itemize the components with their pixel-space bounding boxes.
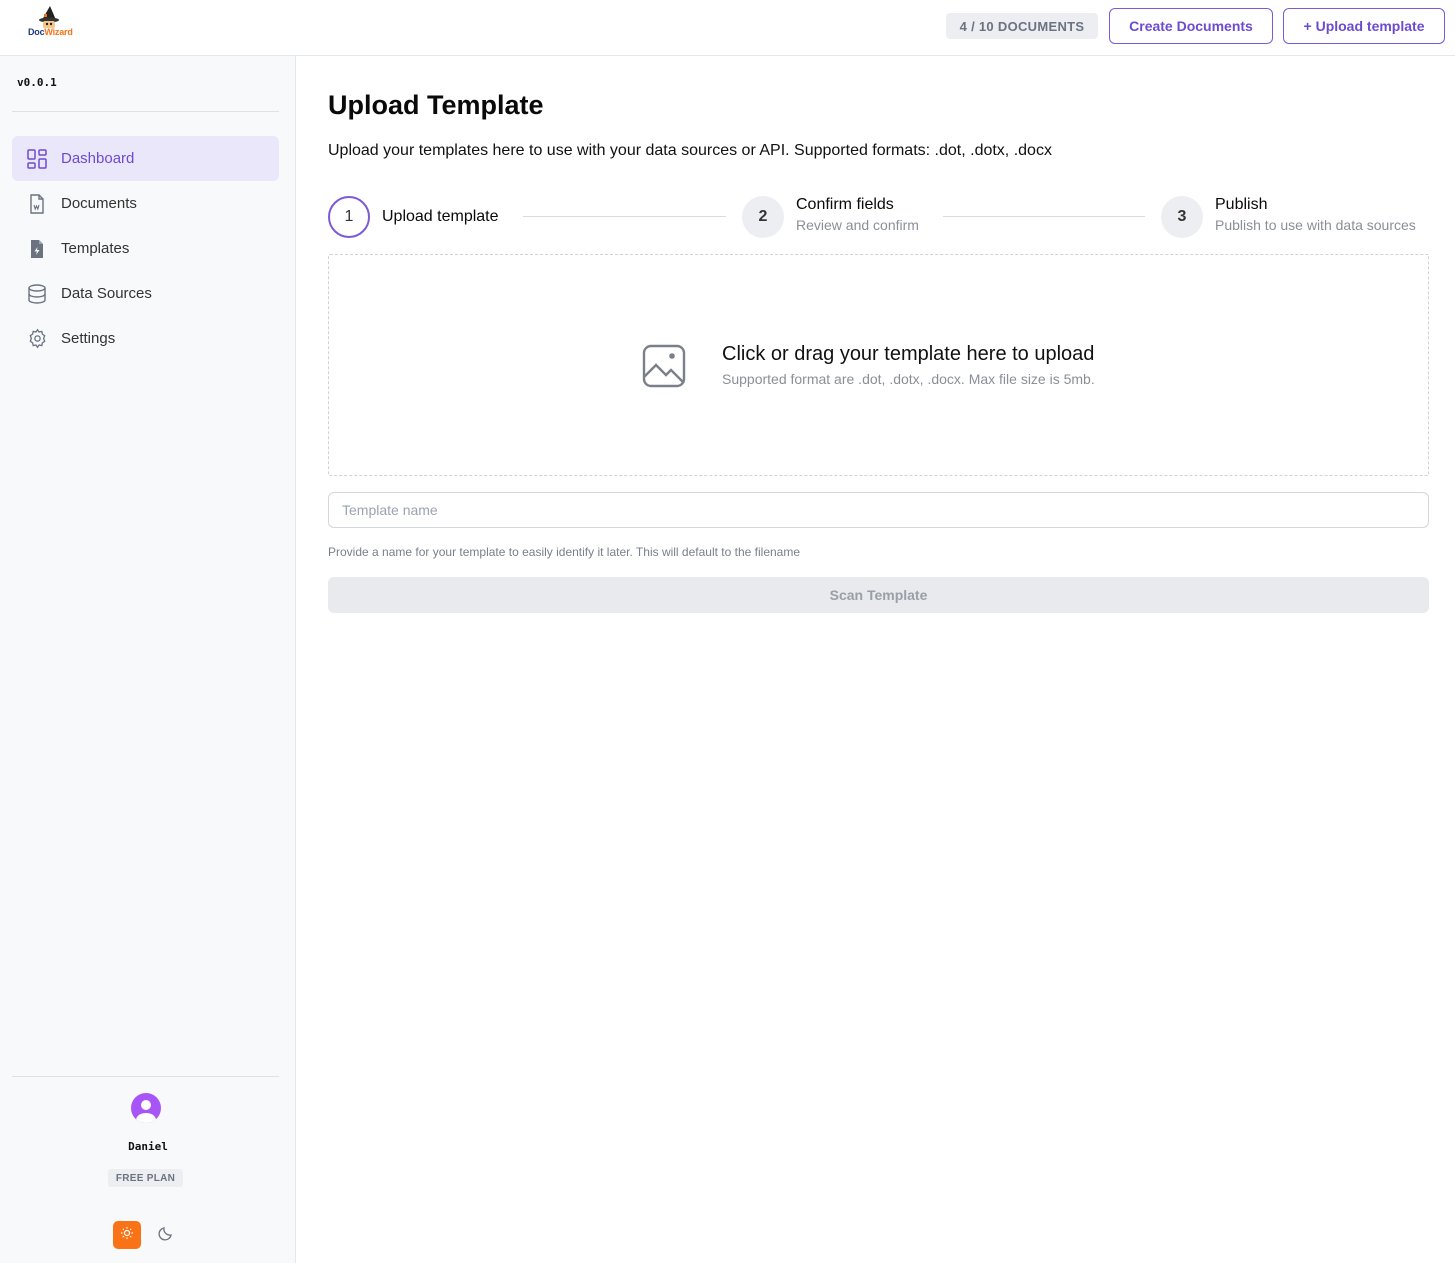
stepper: 1 Upload template 2 Confirm fields Revie… <box>328 196 1429 238</box>
sidebar-item-documents[interactable]: Documents <box>12 181 279 226</box>
step-2-title: Confirm fields <box>796 196 894 213</box>
dropzone-title: Click or drag your template here to uplo… <box>722 343 1095 365</box>
sidebar-item-dashboard[interactable]: Dashboard <box>12 136 279 181</box>
sidebar-item-label: Templates <box>61 240 130 257</box>
avatar[interactable] <box>131 1093 161 1123</box>
step-connector <box>523 216 726 217</box>
document-count-badge: 4 / 10 DOCUMENTS <box>946 13 1098 39</box>
step-2-circle: 2 <box>742 196 784 238</box>
logo-text: DocWizard <box>28 27 73 37</box>
sidebar-item-settings[interactable]: Settings <box>12 316 279 361</box>
sidebar-item-label: Documents <box>61 195 137 212</box>
template-icon <box>26 238 48 260</box>
scan-template-button[interactable]: Scan Template <box>328 577 1429 613</box>
sidebar-item-label: Data Sources <box>61 285 152 302</box>
sidebar-nav: Dashboard Documents Templates Data Sourc… <box>12 136 279 361</box>
database-icon <box>26 283 48 305</box>
gear-icon <box>26 328 48 350</box>
step-1-circle: 1 <box>328 196 370 238</box>
version-label: v0.0.1 <box>17 76 57 89</box>
sidebar-item-label: Dashboard <box>61 150 135 167</box>
step-connector <box>943 216 1145 217</box>
sidebar: v0.0.1 Dashboard Documents Templates Dat… <box>0 56 296 1263</box>
top-bar: DocWizard 4 / 10 DOCUMENTS Create Docume… <box>0 0 1455 56</box>
step-3-circle: 3 <box>1161 196 1203 238</box>
page-description: Upload your templates here to use with y… <box>328 142 1052 159</box>
sun-icon <box>120 1226 134 1245</box>
step-1-title: Upload template <box>382 208 499 225</box>
sidebar-divider <box>12 111 279 112</box>
user-name: Daniel <box>128 1140 168 1153</box>
plan-badge: FREE PLAN <box>108 1169 183 1187</box>
page-title: Upload Template <box>328 90 544 120</box>
template-name-input[interactable] <box>328 492 1429 528</box>
dark-theme-button[interactable] <box>152 1221 180 1249</box>
upload-template-button[interactable]: + Upload template <box>1283 8 1445 44</box>
sidebar-item-label: Settings <box>61 330 116 347</box>
dropzone-subtitle: Supported format are .dot, .dotx, .docx.… <box>722 371 1095 387</box>
step-3-subtitle: Publish to use with data sources <box>1215 217 1416 233</box>
sidebar-item-data-sources[interactable]: Data Sources <box>12 271 279 316</box>
document-icon <box>26 193 48 215</box>
dashboard-icon <box>26 148 48 170</box>
sidebar-item-templates[interactable]: Templates <box>12 226 279 271</box>
moon-icon <box>158 1225 174 1246</box>
sidebar-divider <box>12 1076 279 1077</box>
light-theme-button[interactable] <box>113 1221 141 1249</box>
image-icon <box>641 343 687 389</box>
create-documents-button[interactable]: Create Documents <box>1109 8 1273 44</box>
template-name-hint: Provide a name for your template to easi… <box>328 545 801 559</box>
template-dropzone[interactable]: Click or drag your template here to uplo… <box>328 254 1429 476</box>
step-2-subtitle: Review and confirm <box>796 217 919 233</box>
step-3-title: Publish <box>1215 196 1268 213</box>
